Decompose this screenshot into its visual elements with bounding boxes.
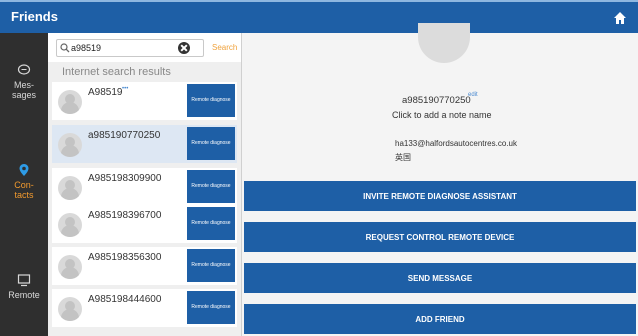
avatar bbox=[58, 255, 82, 279]
avatar bbox=[418, 23, 470, 63]
friend-id: a985190770250 bbox=[402, 95, 471, 106]
remote-diagnose-button[interactable]: Remote diagnose bbox=[187, 84, 235, 117]
list-item[interactable]: a985190770250 Remote diagnose bbox=[52, 125, 237, 163]
result-name: A985198396700 bbox=[88, 210, 162, 221]
sidebar-item-label: Mes- bbox=[14, 80, 34, 90]
home-icon[interactable] bbox=[610, 8, 630, 28]
result-name: A985198309900 bbox=[88, 173, 162, 184]
location-pin-icon bbox=[19, 164, 29, 176]
results-heading: Internet search results bbox=[62, 66, 171, 78]
list-item[interactable]: A985198309900 Remote diagnose bbox=[52, 168, 237, 206]
sidebar-item-label: sages bbox=[11, 90, 37, 100]
remote-diagnose-button[interactable]: Remote diagnose bbox=[187, 249, 235, 282]
sidebar-item-contacts[interactable]: Con- tacts bbox=[0, 163, 48, 200]
list-item[interactable]: A985198396700 Remote diagnose bbox=[52, 205, 237, 243]
invite-remote-diagnose-button[interactable]: INVITE REMOTE DIAGNOSE ASSISTANT bbox=[244, 181, 636, 211]
page-title: Friends bbox=[11, 9, 58, 24]
title-bar: Friends bbox=[0, 0, 638, 33]
chat-icon bbox=[17, 64, 31, 75]
email-value: ha133@halfordsautocentres.co.uk bbox=[395, 139, 517, 148]
remote-diagnose-button[interactable]: Remote diagnose bbox=[187, 207, 235, 240]
sidebar-item-label: Con- bbox=[14, 180, 34, 190]
sidebar-item-label: tacts bbox=[14, 190, 34, 200]
search-icon bbox=[60, 43, 70, 53]
result-name: a985190770250 bbox=[88, 130, 161, 141]
result-name: A985198356300 bbox=[88, 252, 162, 263]
sidebar-item-remote[interactable]: Remote bbox=[0, 273, 48, 300]
avatar bbox=[58, 90, 82, 114]
edit-icon[interactable]: edit bbox=[468, 92, 478, 98]
remote-diagnose-button[interactable]: Remote diagnose bbox=[187, 291, 235, 324]
country-value: 英国 bbox=[395, 153, 411, 162]
send-message-button[interactable]: SEND MESSAGE bbox=[244, 263, 636, 293]
sidebar-item-messages[interactable]: Mes- sages bbox=[0, 63, 48, 100]
search-input[interactable] bbox=[71, 41, 171, 55]
search-results: Internet search results A98519 ••• Remot… bbox=[48, 62, 241, 336]
add-friend-button[interactable]: ADD FRIEND bbox=[244, 304, 636, 334]
monitor-icon bbox=[17, 274, 31, 287]
remote-diagnose-button[interactable]: Remote diagnose bbox=[187, 127, 235, 160]
search-bar: Search bbox=[48, 33, 241, 62]
sidebar: Mes- sages Con- tacts Remote bbox=[0, 33, 48, 336]
avatar bbox=[58, 297, 82, 321]
request-control-button[interactable]: REQUEST CONTROL REMOTE DEVICE bbox=[244, 222, 636, 252]
result-name: A98519 bbox=[88, 87, 123, 98]
search-button[interactable]: Search bbox=[212, 43, 237, 52]
result-name: A985198444600 bbox=[88, 294, 162, 305]
avatar bbox=[58, 133, 82, 157]
sidebar-item-label: Remote bbox=[8, 290, 40, 300]
result-tag: ••• bbox=[122, 86, 129, 92]
list-item[interactable]: A985198444600 Remote diagnose bbox=[52, 289, 237, 327]
list-item[interactable]: A98519 ••• Remote diagnose bbox=[52, 82, 237, 120]
remote-diagnose-button[interactable]: Remote diagnose bbox=[187, 170, 235, 203]
clear-icon[interactable] bbox=[178, 42, 190, 54]
search-field[interactable] bbox=[56, 39, 204, 57]
friend-detail-panel: a985190770250 edit Click to add a note n… bbox=[242, 23, 638, 336]
avatar bbox=[58, 213, 82, 237]
note-name-link[interactable]: Click to add a note name bbox=[392, 110, 492, 120]
avatar bbox=[58, 176, 82, 200]
list-item[interactable]: A985198356300 Remote diagnose bbox=[52, 247, 237, 285]
